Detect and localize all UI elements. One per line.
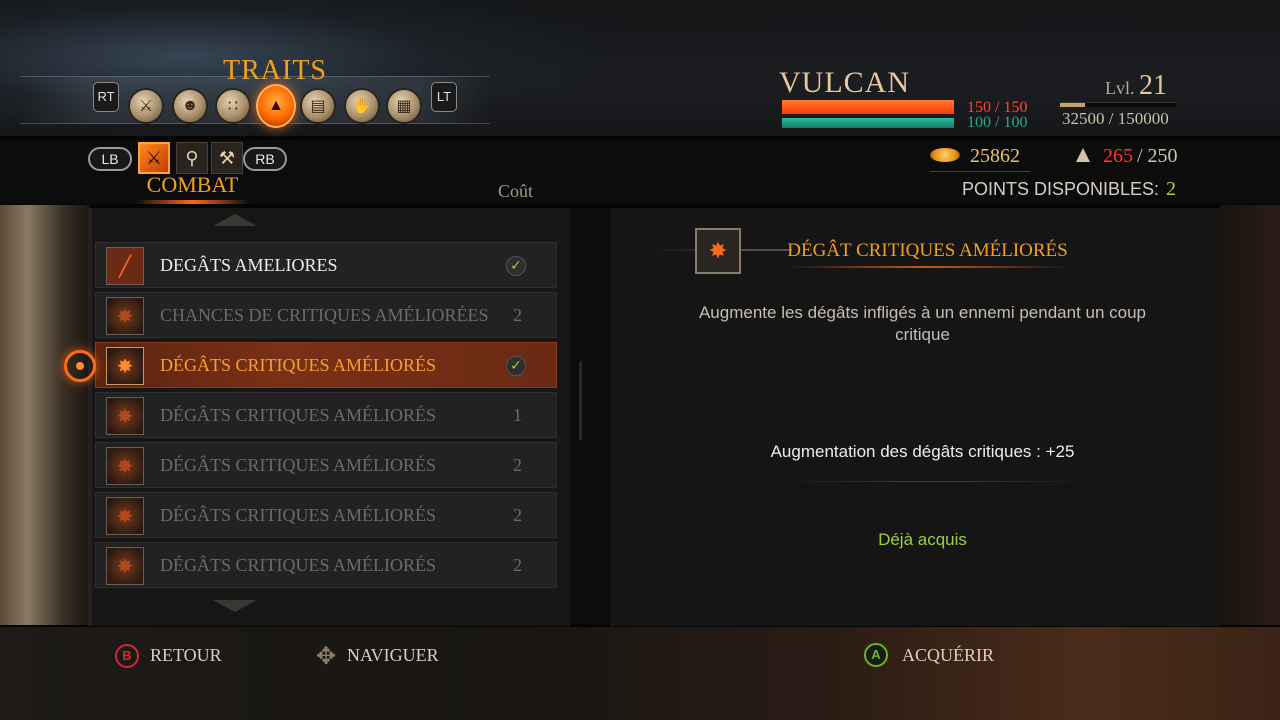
trait-row[interactable]: ✸ DÉGÂTS CRITIQUES AMÉLIORÉS 2 xyxy=(95,542,557,588)
lb-bumper-button[interactable]: LB xyxy=(88,147,132,171)
trait-label: DEGÂTS AMELIORES xyxy=(160,255,338,275)
map-icon[interactable]: ▦ xyxy=(386,88,422,124)
level-label: Lvl. xyxy=(1105,78,1135,98)
hand-icon[interactable]: ✋ xyxy=(344,88,380,124)
selection-cursor-icon xyxy=(64,350,96,382)
trait-label: DÉGÂTS CRITIQUES AMÉLIORÉS xyxy=(160,555,437,575)
xp-bar-fill xyxy=(1060,103,1086,107)
critical-damage-icon: ✸ xyxy=(695,228,741,274)
trait-label: CHANCES DE CRITIQUES AMÉLIORÉES xyxy=(160,305,489,325)
detail-stat: Augmentation des dégâts critiques : +25 xyxy=(770,442,1075,461)
trait-label: DÉGÂTS CRITIQUES AMÉLIORÉS xyxy=(160,455,437,475)
left-scenery xyxy=(0,205,90,625)
critical-damage-icon: ✸ xyxy=(106,397,144,435)
trait-cost: 1 xyxy=(513,405,522,425)
combat-mask-icon[interactable]: ▲ xyxy=(256,84,296,128)
back-button-label[interactable]: RETOUR xyxy=(150,645,222,666)
b-button-icon[interactable]: B xyxy=(115,644,139,668)
armor-icon[interactable]: ⚔ xyxy=(128,88,164,124)
stamina-value: 100 / 100 xyxy=(967,114,1028,131)
acquired-check-icon: ✓ xyxy=(506,256,526,276)
critical-chance-icon: ✸ xyxy=(106,297,144,335)
dpad-icon: ✥ xyxy=(315,642,337,670)
trait-row[interactable]: ╱ DEGÂTS AMELIORES ✓ xyxy=(95,242,557,288)
trait-cost: 2 xyxy=(513,455,522,475)
xp-bar xyxy=(1060,102,1176,107)
weight-max: / 250 xyxy=(1137,145,1178,167)
health-bar xyxy=(782,100,954,114)
trait-cost: 2 xyxy=(513,505,522,525)
panel-divider xyxy=(562,360,582,440)
trait-cost: 2 xyxy=(513,305,522,325)
head-icon[interactable]: ☻ xyxy=(172,88,208,124)
rt-shoulder-button[interactable]: RT xyxy=(93,82,119,112)
detail-description: Augmente les dégâts infligés à un ennemi… xyxy=(698,303,1147,344)
lt-shoulder-button[interactable]: LT xyxy=(431,82,457,112)
trait-cost: 2 xyxy=(513,555,522,575)
subcategory-underline xyxy=(135,200,250,204)
critical-damage-icon: ✸ xyxy=(106,347,144,385)
a-button-icon[interactable]: A xyxy=(864,643,888,667)
hammer-icon[interactable]: ⚒ xyxy=(211,142,243,174)
scroll-down-arrow[interactable] xyxy=(213,600,257,612)
gold-coins-icon xyxy=(930,148,960,162)
trait-label: DÉGÂTS CRITIQUES AMÉLIORÉS xyxy=(160,505,437,525)
sword-icon: ╱ xyxy=(106,247,144,285)
critical-damage-icon: ✸ xyxy=(106,547,144,585)
trait-label: DÉGÂTS CRITIQUES AMÉLIORÉS xyxy=(160,355,437,375)
acquired-check-icon: ✓ xyxy=(506,356,526,376)
trait-label: DÉGÂTS CRITIQUES AMÉLIORÉS xyxy=(160,405,437,425)
character-name: VULCAN xyxy=(779,66,910,99)
orbs-icon[interactable]: ∷ xyxy=(215,88,251,124)
weight-current: 265 xyxy=(1103,145,1133,167)
cost-column-header: Coût xyxy=(498,181,534,201)
gold-underline xyxy=(930,171,1030,172)
navigate-label: NAVIGUER xyxy=(347,645,439,665)
footer-background xyxy=(0,627,1280,720)
level-number: 21 xyxy=(1139,70,1167,101)
subcategory-title: COMBAT xyxy=(146,172,239,197)
trait-row[interactable]: ✸ DÉGÂTS CRITIQUES AMÉLIORÉS 1 xyxy=(95,392,557,438)
rb-bumper-button[interactable]: RB xyxy=(243,147,287,171)
trait-row[interactable]: ✸ DÉGÂTS CRITIQUES AMÉLIORÉS 2 xyxy=(95,492,557,538)
magnifier-icon[interactable]: ⚲ xyxy=(176,142,208,174)
detail-stat-divider xyxy=(780,481,1090,482)
selection-cursor-core xyxy=(76,362,84,370)
detail-status: Déjà acquis xyxy=(878,530,967,549)
xp-value: 32500 / 150000 xyxy=(1062,109,1169,128)
acquire-button-label[interactable]: ACQUÉRIR xyxy=(902,645,994,666)
trait-row[interactable]: ✸ CHANCES DE CRITIQUES AMÉLIORÉES 2 xyxy=(95,292,557,338)
detail-title-underline xyxy=(785,266,1070,268)
available-points-value: 2 xyxy=(1166,178,1176,200)
scroll-up-arrow[interactable] xyxy=(213,214,257,226)
trait-row[interactable]: ✸ DÉGÂTS CRITIQUES AMÉLIORÉS 2 xyxy=(95,442,557,488)
critical-damage-icon: ✸ xyxy=(106,447,144,485)
gold-value: 25862 xyxy=(970,145,1020,167)
critical-damage-icon: ✸ xyxy=(106,497,144,535)
level-display: Lvl. 21 xyxy=(1105,70,1167,102)
detail-ornament-right xyxy=(742,249,782,251)
stamina-bar xyxy=(782,118,954,128)
available-points-label: POINTS DISPONIBLES: xyxy=(962,179,1160,199)
header-divider xyxy=(0,136,1280,140)
detail-title: DÉGÂT CRITIQUES AMÉLIORÉS xyxy=(787,240,1068,261)
weight-icon xyxy=(1076,148,1090,162)
right-scenery xyxy=(1220,205,1280,625)
scroll-book-icon[interactable]: ▤ xyxy=(300,88,336,124)
page-title: TRAITS xyxy=(223,55,327,86)
trait-row-selected[interactable]: ✸ DÉGÂTS CRITIQUES AMÉLIORÉS ✓ xyxy=(95,342,557,388)
crossed-swords-icon[interactable]: ⚔ xyxy=(138,142,170,174)
